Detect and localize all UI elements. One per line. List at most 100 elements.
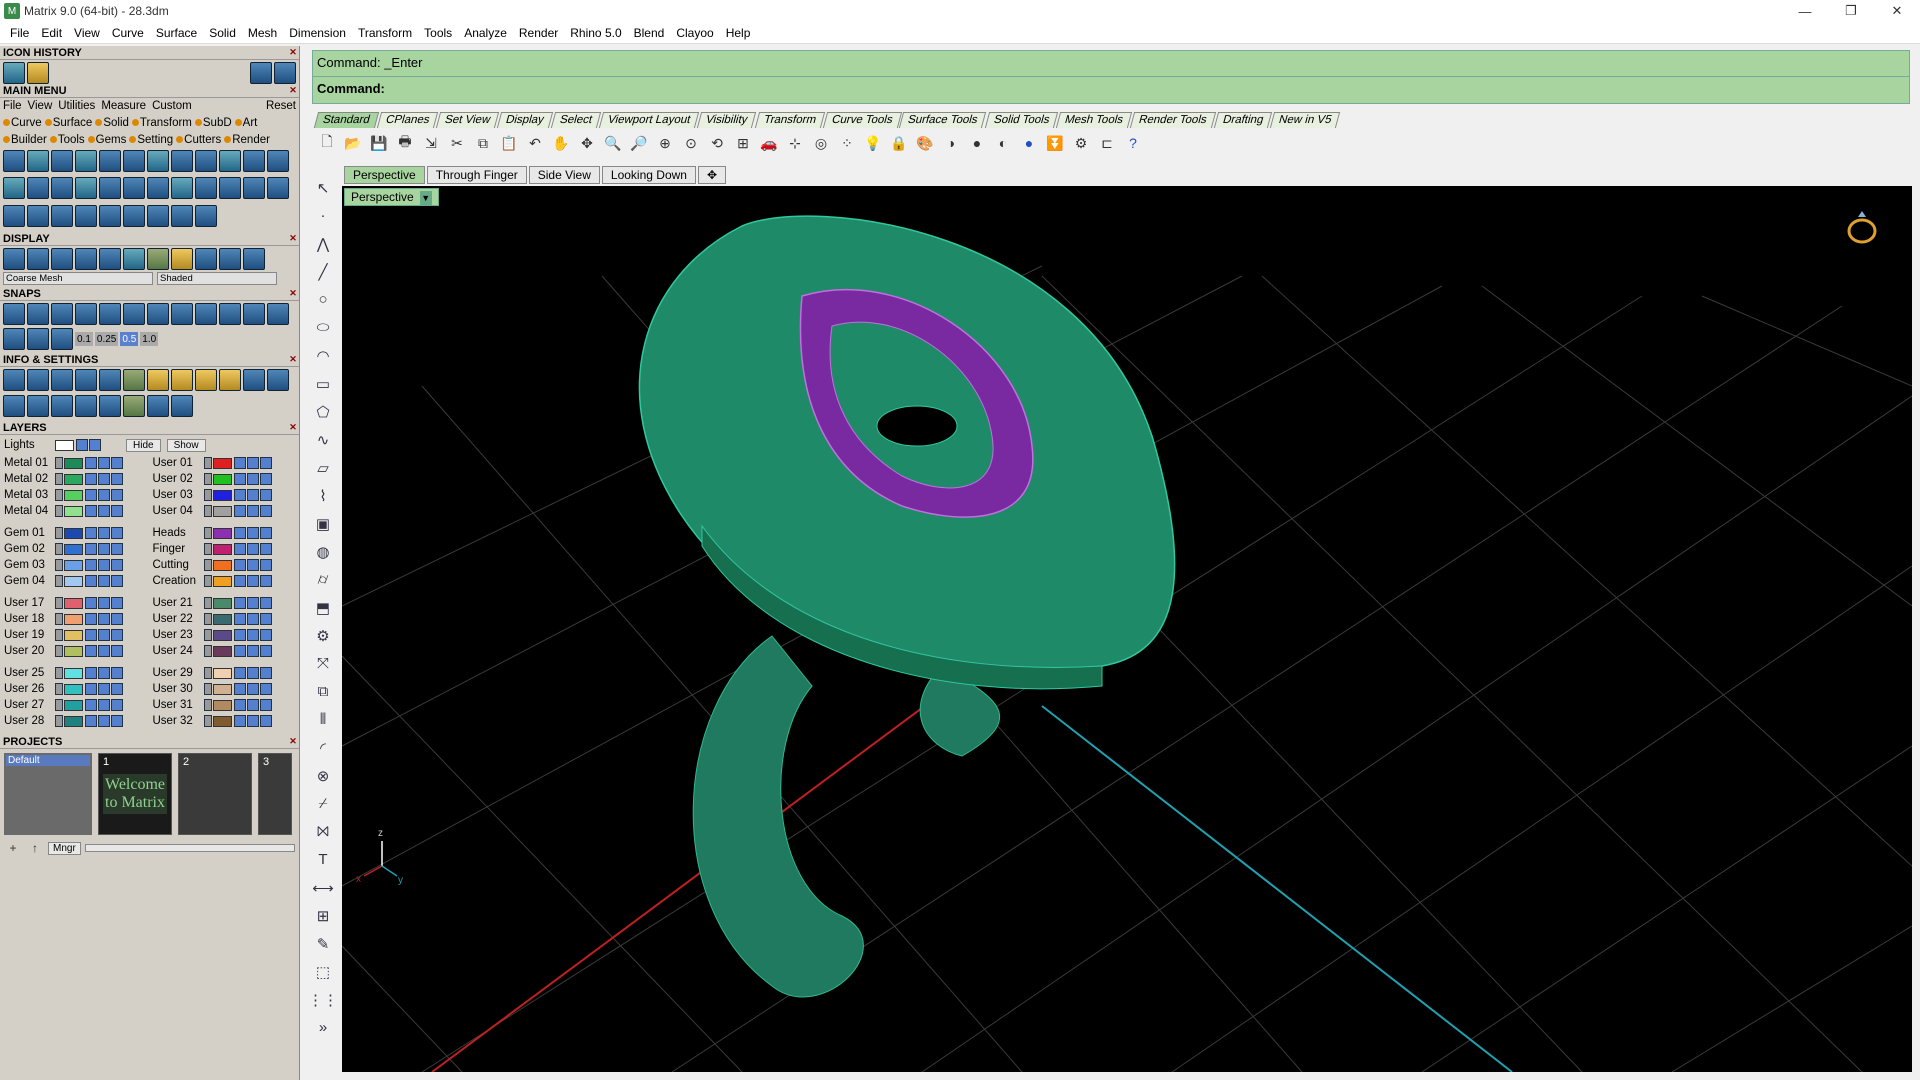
dimension-icon[interactable]: ⟷ (311, 876, 335, 899)
ring-logo-icon[interactable] (1847, 211, 1877, 244)
tool-icon[interactable] (75, 204, 97, 227)
layer-toggle[interactable] (111, 667, 123, 679)
sphere-icon[interactable] (219, 248, 241, 270)
tool-icon[interactable] (219, 177, 241, 200)
zoom-window-icon[interactable]: 🔎 (628, 132, 650, 154)
tool-icon[interactable] (123, 150, 145, 172)
layer-toggle[interactable] (98, 457, 110, 469)
mm-gems[interactable]: Gems (87, 134, 126, 146)
magnify-icon[interactable] (27, 369, 49, 391)
layer-color-swatch[interactable] (64, 715, 83, 727)
mm-surface[interactable]: Surface (44, 117, 92, 129)
layer-arrow-icon[interactable] (55, 645, 63, 657)
loft-icon[interactable]: ⌇ (311, 484, 335, 507)
hide-button[interactable]: Hide (126, 438, 161, 452)
tab-cplanes[interactable]: CPlanes (376, 112, 439, 128)
snap-knot-icon[interactable] (219, 303, 241, 325)
tool-icon[interactable] (195, 204, 217, 227)
project-thumb-3[interactable]: 3 (258, 753, 292, 835)
layer-toggle[interactable] (98, 489, 110, 501)
forward-arrow-icon[interactable] (274, 62, 296, 84)
layer-toggle[interactable] (111, 489, 123, 501)
ortho-icon[interactable] (267, 303, 289, 325)
gem-icon[interactable] (123, 395, 145, 417)
layer-color-swatch[interactable] (212, 645, 232, 657)
layer-color-swatch[interactable] (64, 613, 83, 625)
snap-value[interactable]: 0.25 (94, 332, 119, 346)
menu-curve[interactable]: Curve (106, 26, 150, 40)
tool-icon[interactable] (219, 150, 241, 172)
tool-icon[interactable] (3, 150, 25, 172)
layer-toggle[interactable] (85, 683, 97, 695)
point-icon[interactable]: · (311, 204, 335, 227)
sphere-icon[interactable] (243, 248, 265, 270)
boolean-icon[interactable]: ⊗ (311, 764, 335, 787)
layer-arrow-icon[interactable] (203, 527, 212, 539)
layer-arrow-icon[interactable] (203, 457, 212, 469)
tab-transform[interactable]: Transform (754, 112, 825, 128)
snap-near-icon[interactable] (27, 303, 49, 325)
layer-toggle[interactable] (246, 613, 259, 625)
layer-toggle[interactable] (259, 527, 272, 539)
grid-icon[interactable]: ⋮⋮ (308, 988, 338, 1011)
tool-icon[interactable] (147, 395, 169, 417)
layer-arrow-icon[interactable] (55, 575, 63, 587)
manager-button[interactable]: Mngr (48, 841, 81, 855)
layer-toggle[interactable] (259, 597, 272, 609)
copy-icon[interactable]: ⧉ (472, 132, 494, 154)
tool-icon[interactable] (99, 150, 121, 172)
snap-point-icon[interactable] (51, 303, 73, 325)
layer-toggle[interactable] (233, 699, 246, 711)
layer-color-swatch[interactable] (212, 683, 232, 695)
expand-icon[interactable]: » (311, 1016, 335, 1039)
shaded-sphere-icon[interactable] (51, 248, 73, 270)
layer-toggle[interactable] (233, 683, 246, 695)
snap-value[interactable]: 0.1 (75, 332, 93, 346)
snap-cen-icon[interactable] (99, 303, 121, 325)
layer-color-swatch[interactable] (212, 613, 232, 625)
layer-toggle[interactable] (233, 543, 246, 555)
project-default[interactable]: Default (6, 755, 90, 766)
layer-toggle[interactable] (233, 597, 246, 609)
layer-toggle[interactable] (85, 543, 97, 555)
layer-toggle[interactable] (85, 489, 97, 501)
layer-arrow-icon[interactable] (55, 715, 63, 727)
layer-color-swatch[interactable] (64, 559, 83, 571)
tab-side-view[interactable]: Side View (528, 166, 600, 184)
tool-icon[interactable] (99, 395, 121, 417)
filter-icon[interactable]: ⏬ (1044, 132, 1066, 154)
layer-color-swatch[interactable] (64, 543, 83, 555)
layer-arrow-icon[interactable] (203, 629, 212, 641)
layer-toggle[interactable] (259, 457, 272, 469)
tool-icon[interactable] (147, 204, 169, 227)
copy-icon[interactable]: ⧉ (311, 680, 335, 703)
layer-row[interactable]: User 30 (151, 681, 298, 697)
tool-icon[interactable] (147, 177, 169, 200)
layer-color-swatch[interactable] (212, 667, 232, 679)
layer-color-swatch[interactable] (64, 597, 83, 609)
history-icon[interactable] (3, 62, 25, 84)
layer-row[interactable]: User 04 (151, 503, 298, 519)
materials-icon[interactable]: 🎨 (914, 132, 936, 154)
layer-arrow-icon[interactable] (203, 543, 212, 555)
snap-value[interactable]: 1.0 (140, 332, 159, 346)
surface-icon[interactable]: ▱ (311, 456, 335, 479)
mm-render[interactable]: Render (224, 134, 270, 146)
tool-icon[interactable] (243, 150, 265, 172)
tab-drafting[interactable]: Drafting (1213, 112, 1272, 128)
mm-custom[interactable]: Custom (152, 100, 192, 112)
layer-row[interactable]: User 01 (151, 455, 298, 471)
layer-toggle[interactable] (98, 473, 110, 485)
info-icon[interactable] (3, 369, 25, 391)
render-sphere-icon[interactable]: ● (966, 132, 988, 154)
tab-viewport-layout[interactable]: Viewport Layout (598, 112, 700, 128)
layer-toggle[interactable] (111, 597, 123, 609)
sphere-icon[interactable]: ◍ (311, 540, 335, 563)
ellipse-icon[interactable]: ⬭ (311, 316, 335, 339)
layer-toggle[interactable] (259, 473, 272, 485)
new-file-icon[interactable]: 🗋 (316, 132, 338, 154)
tool-icon[interactable] (75, 150, 97, 172)
mirror-icon[interactable]: ⫴ (311, 708, 335, 731)
layer-toggle[interactable] (246, 645, 259, 657)
gear-icon[interactable]: ⚙ (311, 624, 335, 647)
